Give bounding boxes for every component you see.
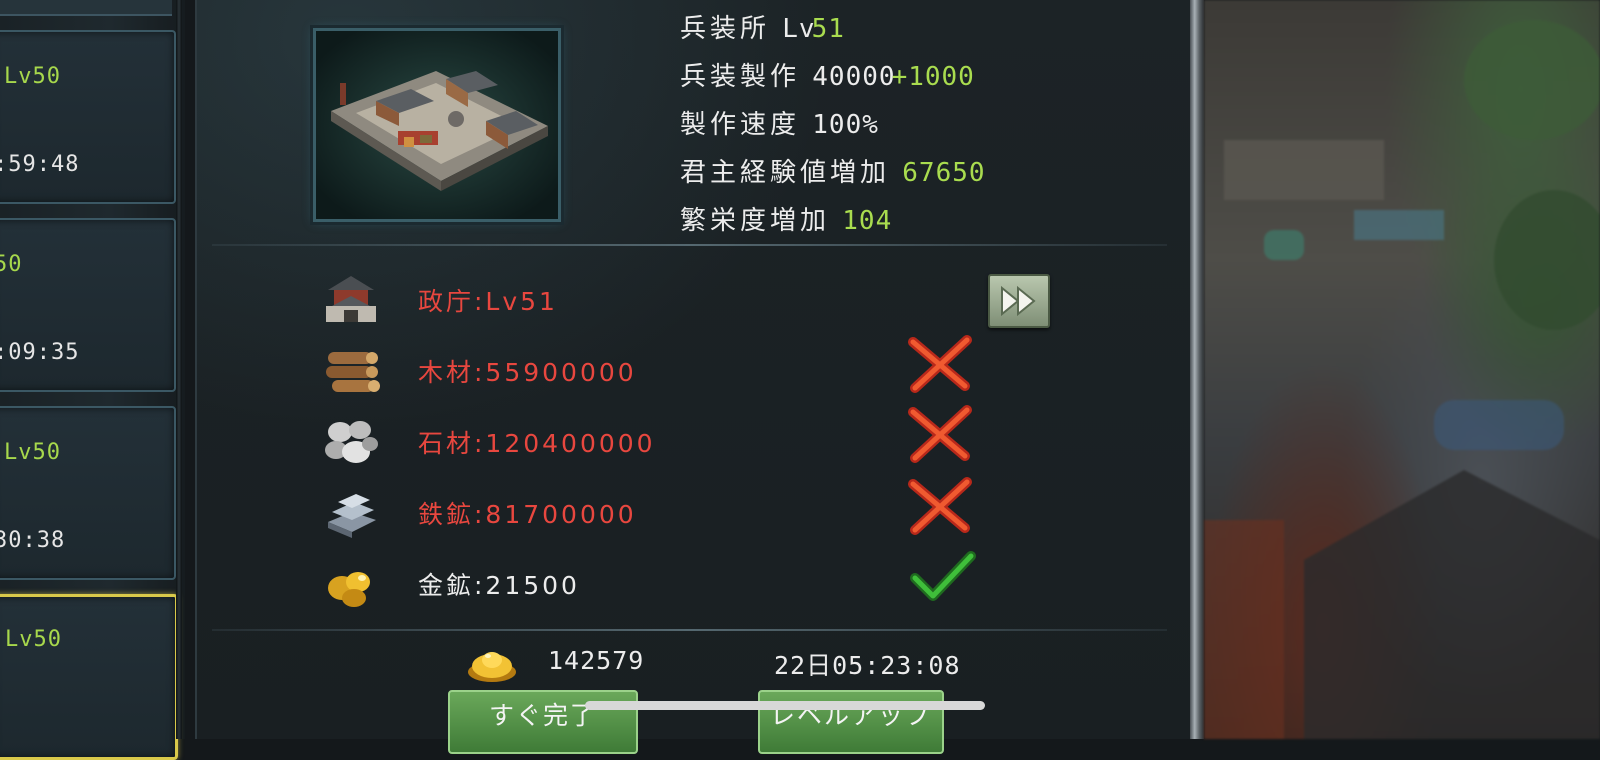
cross-icon (905, 334, 977, 394)
check-icon (905, 548, 977, 608)
stone-icon (322, 414, 380, 468)
speed-stat: 製作速度 100% (680, 104, 879, 141)
go-to-building-button[interactable] (988, 274, 1050, 328)
prosperity-label: 繁栄度増加 (680, 206, 831, 236)
req-stone: 石材:120400000 (418, 429, 656, 458)
city-background-scene (1204, 0, 1600, 739)
building-level-number: 51 (811, 14, 845, 44)
gold-ore-icon (322, 558, 380, 612)
section-divider (212, 629, 1167, 631)
gold-amount: 142579 (548, 646, 645, 675)
production-label: 兵装製作 (680, 62, 801, 92)
exp-stat: 君主経験値増加 67650 (680, 152, 986, 189)
req-iron-ore: 鉄鉱:81700000 (418, 500, 637, 529)
speed-value: 100% (812, 110, 879, 140)
queue-slot-2[interactable]: 50 :09:35 (0, 218, 176, 392)
home-indicator[interactable] (585, 701, 985, 710)
queue-slot-level: Lv50 (4, 64, 61, 89)
cross-icon (905, 404, 977, 464)
level-up-button[interactable]: レベルアップ (758, 690, 944, 754)
iron-ore-icon (322, 486, 380, 540)
production-value: 40000 (812, 62, 896, 92)
req-lumber: 木材:55900000 (418, 358, 637, 387)
queue-slot-level: 50 (0, 252, 23, 277)
queue-slot-timer: :09:35 (0, 340, 80, 365)
city-scenery-image (1204, 20, 1600, 739)
fast-forward-icon (1001, 285, 1036, 317)
queue-slot-level: Lv50 (4, 440, 61, 465)
queue-slot-1[interactable]: Lv50 :59:48 (0, 30, 176, 204)
speed-label: 製作速度 (680, 110, 801, 140)
panel-divider (176, 0, 182, 739)
req-gold-ore: 金鉱:21500 (418, 571, 580, 600)
gold-ingot-icon (466, 640, 518, 686)
building-image (313, 28, 561, 222)
building-level-prefix: Lv (782, 14, 816, 44)
queue-header-bar (0, 0, 172, 16)
section-divider (212, 244, 1167, 246)
queue-slot-level: Lv50 (5, 627, 62, 652)
production-stat: 兵装製作 40000+1000 (680, 56, 975, 93)
production-bonus: +1000 (891, 62, 975, 92)
prosperity-stat: 繁栄度増加 104 (680, 200, 892, 237)
panel-frame-border (1190, 0, 1204, 739)
building-title: 兵装所 Lv51 (680, 8, 845, 45)
government-hall-icon (322, 272, 380, 326)
instant-complete-button[interactable]: すぐ完了 (448, 690, 638, 754)
queue-slot-timer: 30:38 (0, 528, 66, 553)
exp-value: 67650 (902, 158, 986, 188)
queue-slot-3[interactable]: Lv50 30:38 (0, 406, 176, 580)
queue-slot-timer: :59:48 (0, 152, 80, 177)
req-government-hall: 政庁:Lv51 (418, 287, 558, 316)
upgrade-queue-panel: Lv50 :59:48 50 :09:35 Lv50 30:38 Lv50 (0, 0, 185, 760)
armory-building-icon (316, 31, 558, 219)
lumber-icon (322, 344, 380, 398)
exp-label: 君主経験値増加 (680, 158, 891, 188)
upgrade-duration: 22日05:23:08 (774, 651, 961, 680)
building-name: 兵装所 (680, 14, 771, 44)
queue-slot-4-selected[interactable]: Lv50 (0, 594, 178, 760)
cross-icon (905, 476, 977, 536)
prosperity-value: 104 (842, 206, 893, 236)
